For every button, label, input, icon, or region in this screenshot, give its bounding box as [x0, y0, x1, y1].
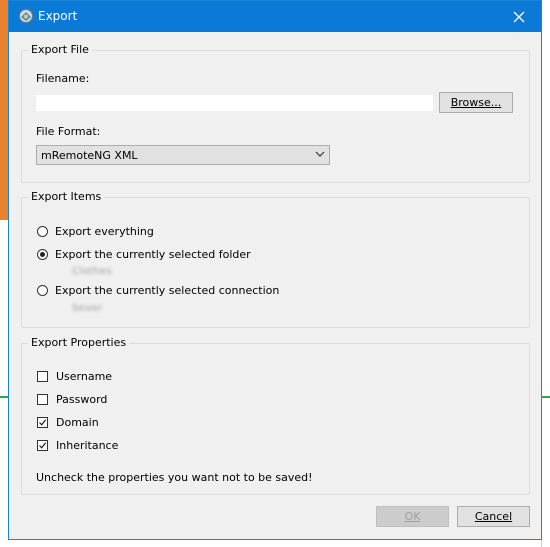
username-label: Username: [56, 370, 113, 383]
file-format-value: mRemoteNG XML: [41, 149, 138, 162]
export-properties-title: Export Properties: [28, 336, 130, 350]
radio-button-checked[interactable]: [37, 249, 48, 260]
background-app-edge-right: [541, 268, 550, 547]
export-file-group: Export File Filename: Browse... File For…: [21, 43, 530, 183]
background-accent-line: [0, 396, 8, 398]
checkbox[interactable]: [37, 371, 48, 382]
checkbox[interactable]: [37, 394, 48, 405]
title-bar[interactable]: Export: [9, 1, 541, 32]
export-dialog: Export Export File Filename: Browse... F…: [8, 0, 542, 540]
chevron-down-icon: [315, 151, 325, 157]
window-title: Export: [38, 9, 78, 23]
checkmark-icon: [39, 442, 47, 449]
radio-button[interactable]: [37, 285, 48, 296]
password-checkbox[interactable]: Password: [37, 393, 107, 406]
properties-hint: Uncheck the properties you want not to b…: [36, 471, 313, 484]
export-selected-connection-radio[interactable]: Export the currently selected connection: [37, 284, 279, 297]
browse-button[interactable]: Browse...: [439, 92, 513, 113]
radio-button[interactable]: [37, 226, 48, 237]
background-accent-line-right: [542, 396, 550, 398]
domain-label: Domain: [56, 416, 99, 429]
close-icon: [513, 11, 525, 22]
filename-label: Filename:: [36, 72, 90, 85]
export-file-title: Export File: [28, 43, 92, 57]
inheritance-label: Inheritance: [56, 439, 119, 452]
export-everything-radio[interactable]: Export everything: [37, 225, 154, 238]
export-everything-label: Export everything: [55, 225, 154, 238]
filename-input[interactable]: [36, 95, 433, 111]
ok-button[interactable]: OK: [376, 506, 449, 527]
username-checkbox[interactable]: Username: [37, 370, 112, 383]
inheritance-checkbox[interactable]: Inheritance: [37, 439, 118, 452]
file-format-label: File Format:: [36, 125, 101, 138]
export-items-title: Export Items: [28, 190, 105, 204]
export-selected-folder-radio[interactable]: Export the currently selected folder: [37, 248, 251, 261]
selected-connection-name: Sever: [72, 303, 103, 314]
checkbox-checked[interactable]: [37, 440, 48, 451]
export-items-group: Export Items Export everything Export th…: [21, 190, 530, 328]
domain-checkbox[interactable]: Domain: [37, 416, 99, 429]
export-selected-connection-label: Export the currently selected connection: [55, 284, 280, 297]
export-properties-group: Export Properties Username Password Doma…: [21, 336, 530, 495]
close-button[interactable]: [497, 1, 541, 32]
checkmark-icon: [39, 419, 47, 426]
background-app-edge: [0, 0, 8, 220]
selected-folder-name: Clothes: [72, 266, 112, 277]
password-label: Password: [56, 393, 108, 406]
app-icon: [19, 9, 33, 23]
export-selected-folder-label: Export the currently selected folder: [55, 248, 251, 261]
file-format-dropdown[interactable]: mRemoteNG XML: [36, 145, 330, 165]
cancel-button[interactable]: Cancel: [457, 506, 530, 527]
checkbox-checked[interactable]: [37, 417, 48, 428]
